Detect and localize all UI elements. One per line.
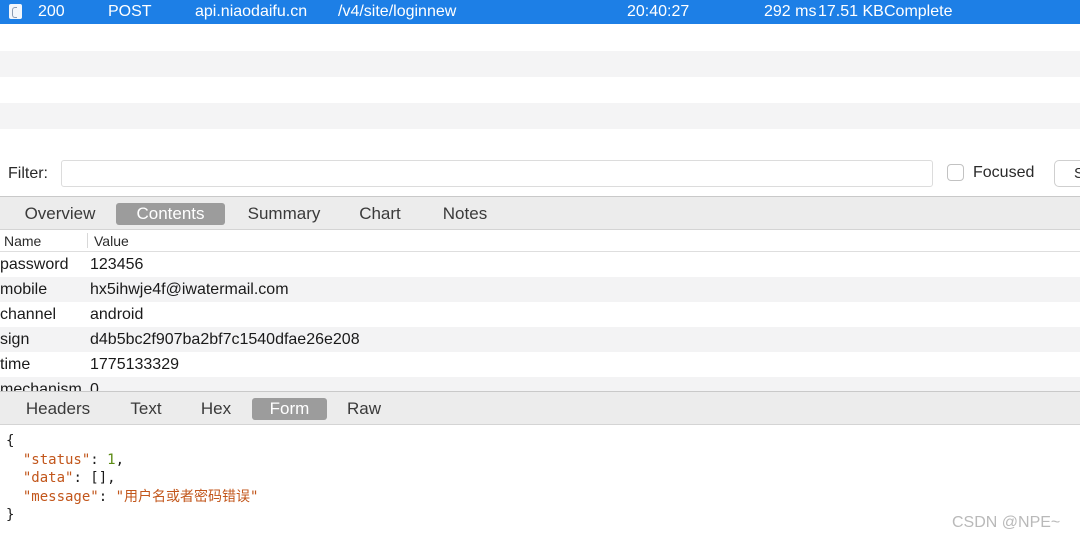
request-tab-bar: Overview Contents Summary Chart Notes xyxy=(0,196,1080,230)
filter-input[interactable] xyxy=(61,160,933,187)
row-value: d4b5bc2f907ba2bf7c1540dfae26e208 xyxy=(90,331,360,348)
request-row-selected[interactable]: 200 POST api.niaodaifu.cn /v4/site/login… xyxy=(0,0,1080,24)
json-comma: , xyxy=(115,451,125,468)
request-state: Complete xyxy=(884,3,953,20)
table-row[interactable]: mobile hx5ihwje4f@iwatermail.com xyxy=(0,277,1080,302)
json-close-brace: } xyxy=(6,507,15,523)
json-array: [] xyxy=(90,470,108,486)
table-row[interactable]: sign d4b5bc2f907ba2bf7c1540dfae26e208 xyxy=(0,327,1080,352)
focused-checkbox[interactable] xyxy=(947,164,964,181)
focused-label: Focused xyxy=(973,164,1035,181)
tab-notes[interactable]: Notes xyxy=(430,203,500,225)
tab-form[interactable]: Form xyxy=(252,398,327,420)
table-row[interactable]: mechanism 0 xyxy=(0,377,1080,391)
table-header: Name Value xyxy=(0,230,1080,252)
row-name: mechanism xyxy=(0,381,82,391)
request-duration: 292 ms xyxy=(764,3,817,20)
form-table[interactable]: password 123456 mobile hx5ihwje4f@iwater… xyxy=(0,252,1080,391)
row-value: 1775133329 xyxy=(90,356,179,373)
json-string: "用户名或者密码错误" xyxy=(115,488,259,505)
tab-overview[interactable]: Overview xyxy=(14,203,106,225)
column-header-name[interactable]: Name xyxy=(4,233,41,249)
tab-summary[interactable]: Summary xyxy=(235,203,333,225)
table-row[interactable]: password 123456 xyxy=(0,252,1080,277)
empty-list-row xyxy=(0,51,1080,77)
tab-chart[interactable]: Chart xyxy=(344,203,416,225)
settings-button[interactable]: S xyxy=(1054,160,1080,187)
json-open-brace: { xyxy=(6,433,15,449)
request-status: 200 xyxy=(38,3,65,20)
row-name: sign xyxy=(0,331,30,348)
request-path: /v4/site/loginnew xyxy=(338,3,457,20)
json-key: "status" xyxy=(22,451,91,468)
column-header-value[interactable]: Value xyxy=(94,233,129,249)
row-value: hx5ihwje4f@iwatermail.com xyxy=(90,281,289,298)
table-row[interactable]: channel android xyxy=(0,302,1080,327)
tab-contents[interactable]: Contents xyxy=(116,203,225,225)
table-row[interactable]: time 1775133329 xyxy=(0,352,1080,377)
request-method: POST xyxy=(108,3,152,20)
json-number: 1 xyxy=(107,451,116,468)
request-time: 20:40:27 xyxy=(627,3,690,20)
document-icon xyxy=(9,4,22,19)
json-key: "message" xyxy=(22,488,99,505)
column-divider[interactable] xyxy=(87,233,88,248)
response-json[interactable]: { "status": 1, "data": [], "message": "用… xyxy=(6,432,258,525)
watermark: CSDN @NPE~ xyxy=(952,514,1061,531)
filter-label: Filter: xyxy=(8,165,48,182)
row-name: time xyxy=(0,356,31,373)
row-name: mobile xyxy=(0,281,48,298)
row-name: password xyxy=(0,256,69,273)
empty-list-row xyxy=(0,103,1080,129)
tab-hex[interactable]: Hex xyxy=(190,398,242,420)
tab-headers[interactable]: Headers xyxy=(14,398,102,420)
json-comma: , xyxy=(107,470,116,486)
row-value: android xyxy=(90,306,144,323)
request-host: api.niaodaifu.cn xyxy=(195,3,308,20)
row-value: 123456 xyxy=(90,256,144,273)
tab-raw[interactable]: Raw xyxy=(336,398,392,420)
row-value: 0 xyxy=(90,381,99,391)
tab-text[interactable]: Text xyxy=(116,398,176,420)
json-key: "data" xyxy=(22,470,74,486)
response-tab-bar: Headers Text Hex Form Raw xyxy=(0,391,1080,425)
row-name: channel xyxy=(0,306,57,323)
request-size: 17.51 KB xyxy=(818,3,884,20)
